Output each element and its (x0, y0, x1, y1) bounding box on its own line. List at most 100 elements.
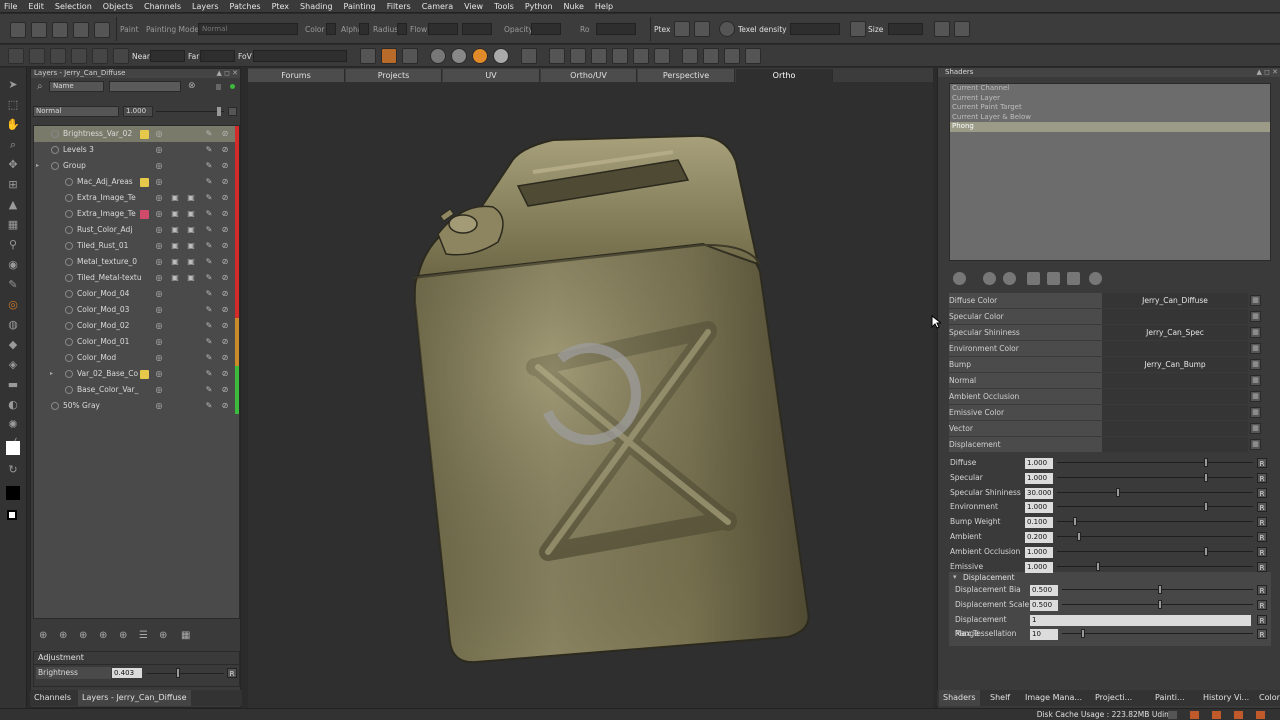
layer-lock-icon[interactable]: ⊘ (220, 241, 230, 251)
visibility-eye-icon[interactable] (65, 386, 73, 394)
select-arrow-icon[interactable]: ➤ (6, 78, 20, 92)
rotation-field[interactable] (596, 23, 636, 35)
rotate-icon[interactable] (549, 48, 565, 64)
shader-channel-value[interactable] (1102, 405, 1248, 420)
visibility-eye-icon[interactable] (65, 194, 73, 202)
link-icon[interactable] (745, 48, 761, 64)
menu-shading[interactable]: Shading (300, 2, 333, 11)
shader-target-item[interactable]: Current Layer & Below (950, 113, 1270, 123)
tab-uv[interactable]: UV (443, 69, 540, 82)
magnet-icon[interactable] (402, 48, 418, 64)
light-icon[interactable] (92, 48, 108, 64)
shader-param-value[interactable]: 1 (1030, 614, 1251, 626)
expand-arrow-icon[interactable]: ▸ (50, 366, 53, 382)
shader-param-value[interactable]: 0.100 (1025, 517, 1053, 529)
target-icon[interactable] (521, 48, 537, 64)
channel-link-icon[interactable]: ▦ (1250, 359, 1261, 370)
alpha-swatch[interactable] (359, 23, 369, 35)
search-input[interactable] (109, 81, 181, 92)
eraser-icon[interactable]: ◆ (6, 338, 20, 352)
shader-list3-icon[interactable] (1067, 272, 1080, 285)
shader-param-track[interactable] (1062, 633, 1253, 635)
channel-link-icon[interactable]: ▦ (1250, 407, 1261, 418)
redo-icon[interactable] (94, 22, 110, 38)
shader-param-value[interactable]: 0.200 (1025, 532, 1053, 543)
visibility-eye-icon[interactable] (65, 274, 73, 282)
visibility-eye-icon[interactable] (65, 354, 73, 362)
visibility-eye-icon[interactable] (51, 402, 59, 410)
layer-options-icon[interactable]: ▦ (181, 630, 190, 641)
shader-param-value[interactable]: 0.500 (1030, 585, 1058, 596)
layer-row[interactable]: Color_Mod_03 ◎ ✎ ⊘ (34, 302, 239, 318)
undo-icon[interactable] (73, 22, 89, 38)
layer-lock-icon[interactable]: ⊘ (220, 337, 230, 347)
image-icon[interactable] (29, 48, 45, 64)
status-icon-4[interactable] (1234, 711, 1243, 719)
blur-icon[interactable]: ◐ (6, 398, 20, 412)
layer-lock-icon[interactable]: ⊘ (220, 273, 230, 283)
shader-param-track[interactable] (1057, 476, 1253, 478)
save-icon[interactable] (52, 22, 68, 38)
shader-param-slider[interactable] (1204, 546, 1208, 556)
shader-param-reset-button[interactable]: R (1257, 458, 1267, 468)
shader-target-item[interactable]: Current Layer (950, 94, 1270, 104)
layer-lock-icon[interactable]: ⊘ (220, 193, 230, 203)
shader-param-value[interactable]: 10 (1030, 629, 1058, 641)
shader-channel-value[interactable] (1102, 309, 1248, 324)
shader-add-icon[interactable] (953, 272, 966, 285)
fill-icon[interactable]: ▲ (6, 198, 20, 212)
layer-row[interactable]: Levels 3 ◎ ✎ ⊘ (34, 142, 239, 158)
layer-blend-icon[interactable]: ◎ (154, 337, 164, 347)
menu-channels[interactable]: Channels (144, 2, 181, 11)
layer-blend-icon[interactable]: ◎ (154, 209, 164, 219)
layer-edit-icon[interactable]: ✎ (204, 289, 214, 299)
transform-icon[interactable]: ✥ (6, 158, 20, 172)
shader-channel-value[interactable]: Jerry_Can_Spec (1102, 325, 1248, 340)
paint-through-icon[interactable] (381, 48, 397, 64)
layer-row[interactable]: Base_Color_Var_ ◎ ✎ ⊘ (34, 382, 239, 398)
shader-param-track[interactable] (1057, 536, 1253, 537)
tab-shaders[interactable]: Shaders (939, 690, 980, 706)
shader-param-reset-button[interactable]: R (1257, 546, 1267, 557)
clone-icon[interactable]: ◈ (6, 358, 20, 372)
layer-mask-icon[interactable]: ▣ (186, 225, 196, 235)
shader-channel-value[interactable]: Jerry_Can_Bump (1102, 357, 1248, 372)
channel-link-icon[interactable]: ▦ (1250, 327, 1261, 338)
shader-param-track[interactable] (1057, 550, 1253, 552)
shader-param-track[interactable] (1057, 462, 1253, 463)
shader-param-track[interactable] (1057, 521, 1253, 523)
layer-blend-icon[interactable]: ◎ (154, 401, 164, 411)
frame-selection-icon[interactable] (654, 48, 670, 64)
channel-link-icon[interactable]: ▦ (1250, 375, 1261, 386)
shader-paint-icon[interactable] (1003, 272, 1016, 285)
camera-icon[interactable] (8, 48, 24, 64)
shader-param-reset-button[interactable]: R (1257, 585, 1267, 595)
visibility-eye-icon[interactable] (65, 370, 73, 378)
shader-param-slider[interactable] (1076, 532, 1081, 541)
tab-projects[interactable]: Projects (346, 69, 442, 82)
layer-edit-icon[interactable]: ✎ (204, 241, 214, 251)
channel-link-icon[interactable]: ▦ (1250, 343, 1261, 354)
layer-row[interactable]: Extra_Image_Te ◎ ▣ ▣ ✎ ⊘ (34, 190, 239, 206)
layer-edit-icon[interactable]: ✎ (204, 337, 214, 347)
visibility-eye-icon[interactable] (65, 306, 73, 314)
panel-window-buttons[interactable]: ▲ ◻ ✕ (216, 69, 238, 78)
radius-field[interactable] (397, 23, 407, 35)
smear-icon[interactable]: ◍ (6, 318, 20, 332)
shader-param-reset-button[interactable]: R (1257, 561, 1267, 572)
layer-lock-icon[interactable]: ⊘ (220, 321, 230, 331)
reset-colors-icon[interactable] (7, 510, 17, 520)
layer-edit-icon[interactable]: ✎ (204, 369, 214, 379)
globe-icon[interactable] (719, 21, 735, 37)
shader-target-item[interactable]: Current Channel (950, 84, 1270, 94)
layer-row[interactable]: Color_Mod_01 ◎ ✎ ⊘ (34, 334, 239, 350)
layer-blend-icon[interactable]: ◎ (154, 177, 164, 187)
layer-blend-icon[interactable]: ◎ (154, 193, 164, 203)
cube-icon[interactable] (71, 48, 87, 64)
shader-channel-value[interactable] (1102, 421, 1248, 436)
layer-blend-icon[interactable]: ◎ (154, 161, 164, 171)
layer-row[interactable]: Tiled_Rust_01 ◎ ▣ ▣ ✎ ⊘ (34, 238, 239, 254)
layer-mask-icon[interactable]: ▣ (170, 241, 180, 251)
layer-row[interactable]: Tiled_Metal-textu ◎ ▣ ▣ ✎ ⊘ (34, 270, 239, 286)
orbit-icon[interactable] (633, 48, 649, 64)
